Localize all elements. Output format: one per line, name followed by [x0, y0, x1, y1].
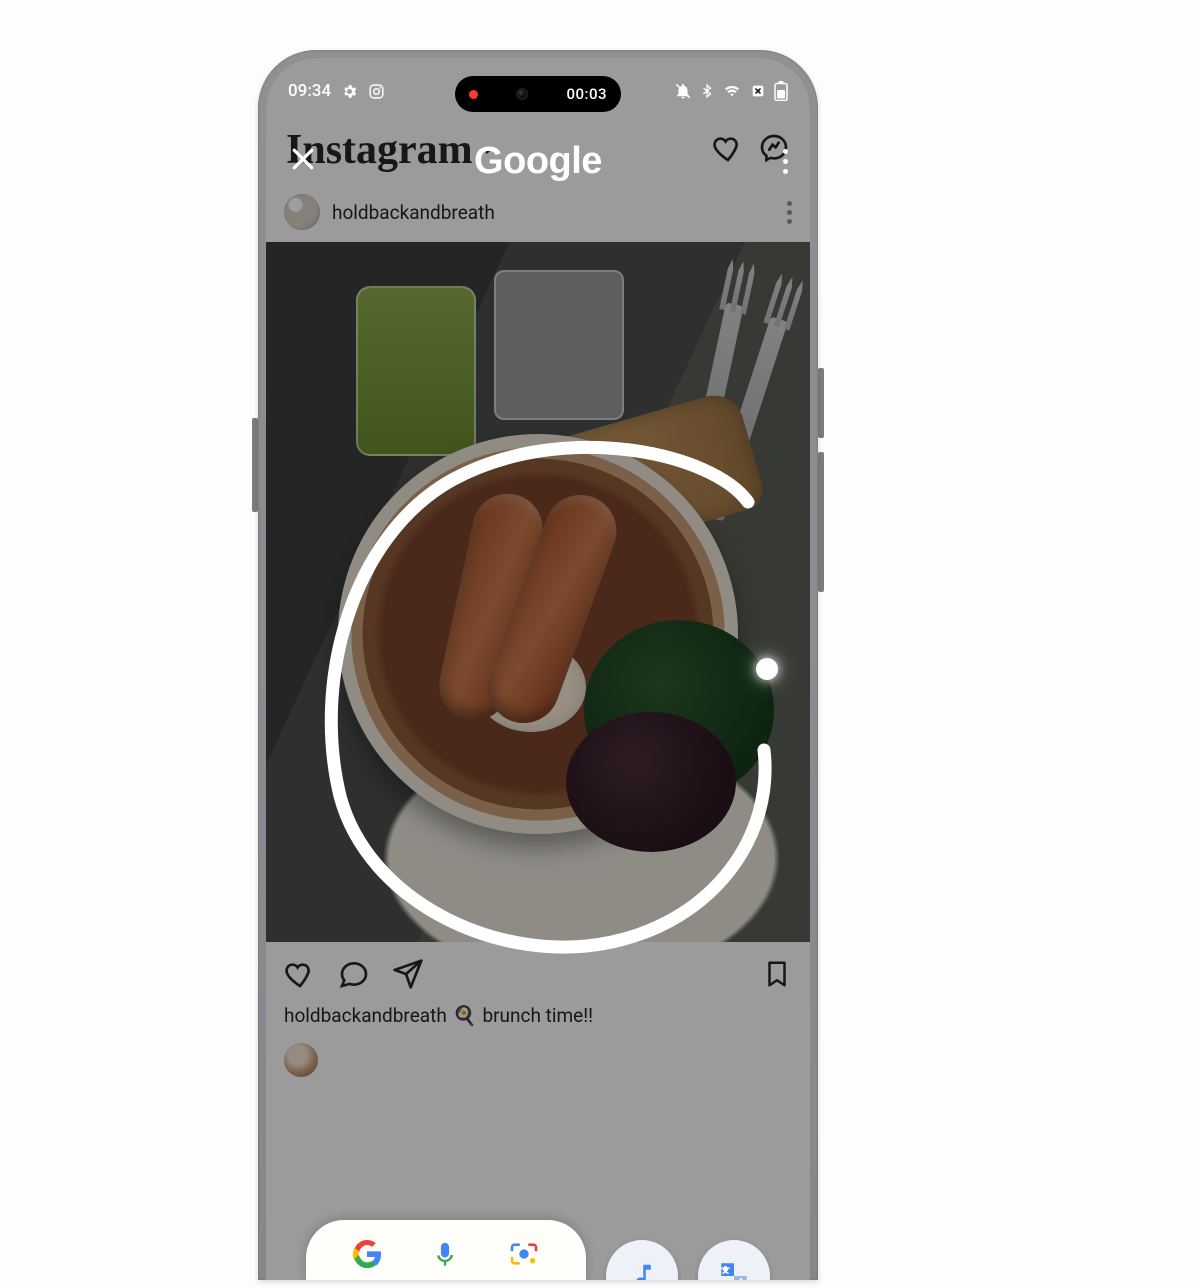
settings-gear-icon	[341, 83, 358, 100]
wifi-icon	[722, 83, 742, 99]
post-caption: holdbackandbreath 🍳 brunch time!!	[266, 1004, 810, 1037]
microphone-icon[interactable]	[431, 1238, 459, 1274]
drink-glass-green	[356, 286, 476, 456]
translate-icon	[717, 1259, 751, 1280]
music-note-icon	[627, 1259, 657, 1280]
lens-selection-endpoint[interactable]	[756, 658, 778, 680]
front-camera-icon	[516, 88, 528, 100]
bell-muted-icon	[674, 82, 692, 100]
caption-text: brunch time!!	[482, 1004, 593, 1027]
camera-lens-icon[interactable]	[508, 1239, 540, 1273]
phone-screen: Instagram holdbackandbreath	[266, 58, 810, 1280]
comment-button[interactable]	[338, 958, 370, 994]
food-beet-greens	[566, 712, 736, 852]
recording-elapsed: 00:03	[566, 85, 607, 103]
bookmark-button[interactable]	[762, 958, 792, 994]
statusbar-time: 09:34	[288, 81, 331, 101]
google-g-icon[interactable]	[352, 1239, 382, 1273]
recording-indicator-icon	[469, 90, 478, 99]
phone-side-button	[818, 452, 824, 592]
post-more-button[interactable]	[787, 201, 792, 224]
lens-topbar: Google	[266, 126, 810, 196]
add-comment-row[interactable]	[266, 1037, 810, 1117]
mobile-data-icon	[750, 83, 766, 99]
post-author-avatar[interactable]	[284, 194, 320, 230]
bluetooth-icon	[700, 82, 714, 100]
phone-frame: Instagram holdbackandbreath	[258, 50, 818, 1280]
post-image[interactable]	[266, 242, 810, 942]
lens-bottom-toolbar	[266, 1212, 810, 1280]
instagram-status-icon	[368, 83, 385, 100]
post-actions	[266, 942, 810, 1004]
lens-translate-button[interactable]	[698, 1240, 770, 1280]
caption-username[interactable]: holdbackandbreath	[284, 1004, 447, 1027]
instagram-app: Instagram holdbackandbreath	[266, 58, 810, 1280]
post-author-username[interactable]: holdbackandbreath	[332, 201, 495, 224]
lens-search-pill[interactable]	[306, 1220, 586, 1280]
dynamic-island[interactable]: 00:03	[455, 76, 621, 112]
self-avatar	[284, 1043, 318, 1077]
lens-music-button[interactable]	[606, 1240, 678, 1280]
drink-glass-water	[494, 270, 624, 420]
lens-close-button[interactable]	[288, 144, 318, 178]
battery-icon	[774, 81, 788, 101]
share-button[interactable]	[392, 958, 424, 994]
caption-emoji: 🍳	[453, 1004, 477, 1027]
like-button[interactable]	[284, 958, 316, 994]
google-logo: Google	[474, 140, 602, 183]
lens-more-button[interactable]	[783, 149, 788, 174]
phone-power-button	[818, 368, 824, 438]
